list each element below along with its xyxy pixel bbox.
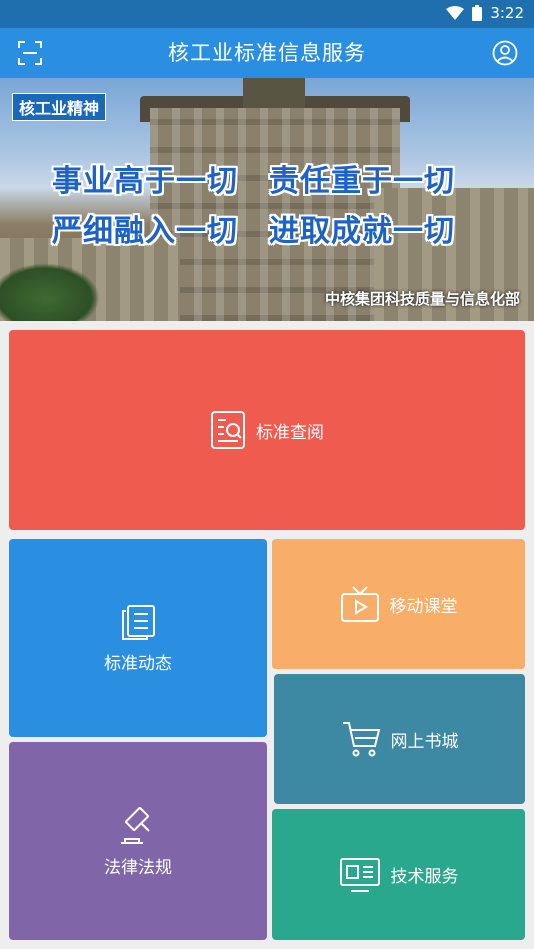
online-bookstore-label: 网上书城 — [390, 731, 459, 752]
monitor-icon — [339, 856, 381, 894]
app-bar: 核工业标准信息服务 — [0, 28, 534, 78]
page-title: 核工业标准信息服务 — [168, 41, 366, 65]
banner-slogan-line2: 严细融入一切 进取成就一切 — [52, 214, 455, 249]
documents-icon — [118, 603, 158, 643]
wifi-icon — [446, 6, 465, 20]
technical-service-tile[interactable]: 技术服务 — [272, 809, 525, 940]
tree — [0, 263, 100, 321]
status-bar: 3:22 — [0, 0, 534, 28]
battery-icon — [472, 5, 483, 21]
document-search-icon — [210, 410, 246, 450]
laws-regulations-tile[interactable]: 法律法规 — [9, 742, 267, 940]
gavel-icon — [117, 805, 159, 847]
status-time: 3:22 — [490, 4, 524, 22]
mobile-course-tile[interactable]: 移动课堂 — [272, 539, 525, 669]
user-icon[interactable] — [492, 40, 518, 66]
banner-tag: 核工业精神 — [12, 93, 107, 121]
standard-lookup-label: 标准查阅 — [256, 422, 324, 443]
banner[interactable]: 核工业精神 事业高于一切 责任重于一切 严细融入一切 进取成就一切 中核集团科技… — [0, 78, 534, 321]
mobile-course-label: 移动课堂 — [389, 596, 458, 617]
online-bookstore-tile[interactable]: 网上书城 — [274, 674, 525, 804]
standard-lookup-tile[interactable]: 标准查阅 — [9, 330, 525, 530]
banner-slogan-line1: 事业高于一切 责任重于一切 — [52, 164, 455, 199]
standard-news-tile[interactable]: 标准动态 — [9, 539, 267, 737]
banner-caption: 中核集团科技质量与信息化部 — [324, 290, 520, 308]
cart-icon — [341, 720, 381, 758]
laws-regulations-label: 法律法规 — [104, 857, 172, 878]
technical-service-label: 技术服务 — [390, 867, 459, 887]
tv-play-icon — [340, 585, 380, 623]
standard-news-label: 标准动态 — [104, 653, 172, 674]
